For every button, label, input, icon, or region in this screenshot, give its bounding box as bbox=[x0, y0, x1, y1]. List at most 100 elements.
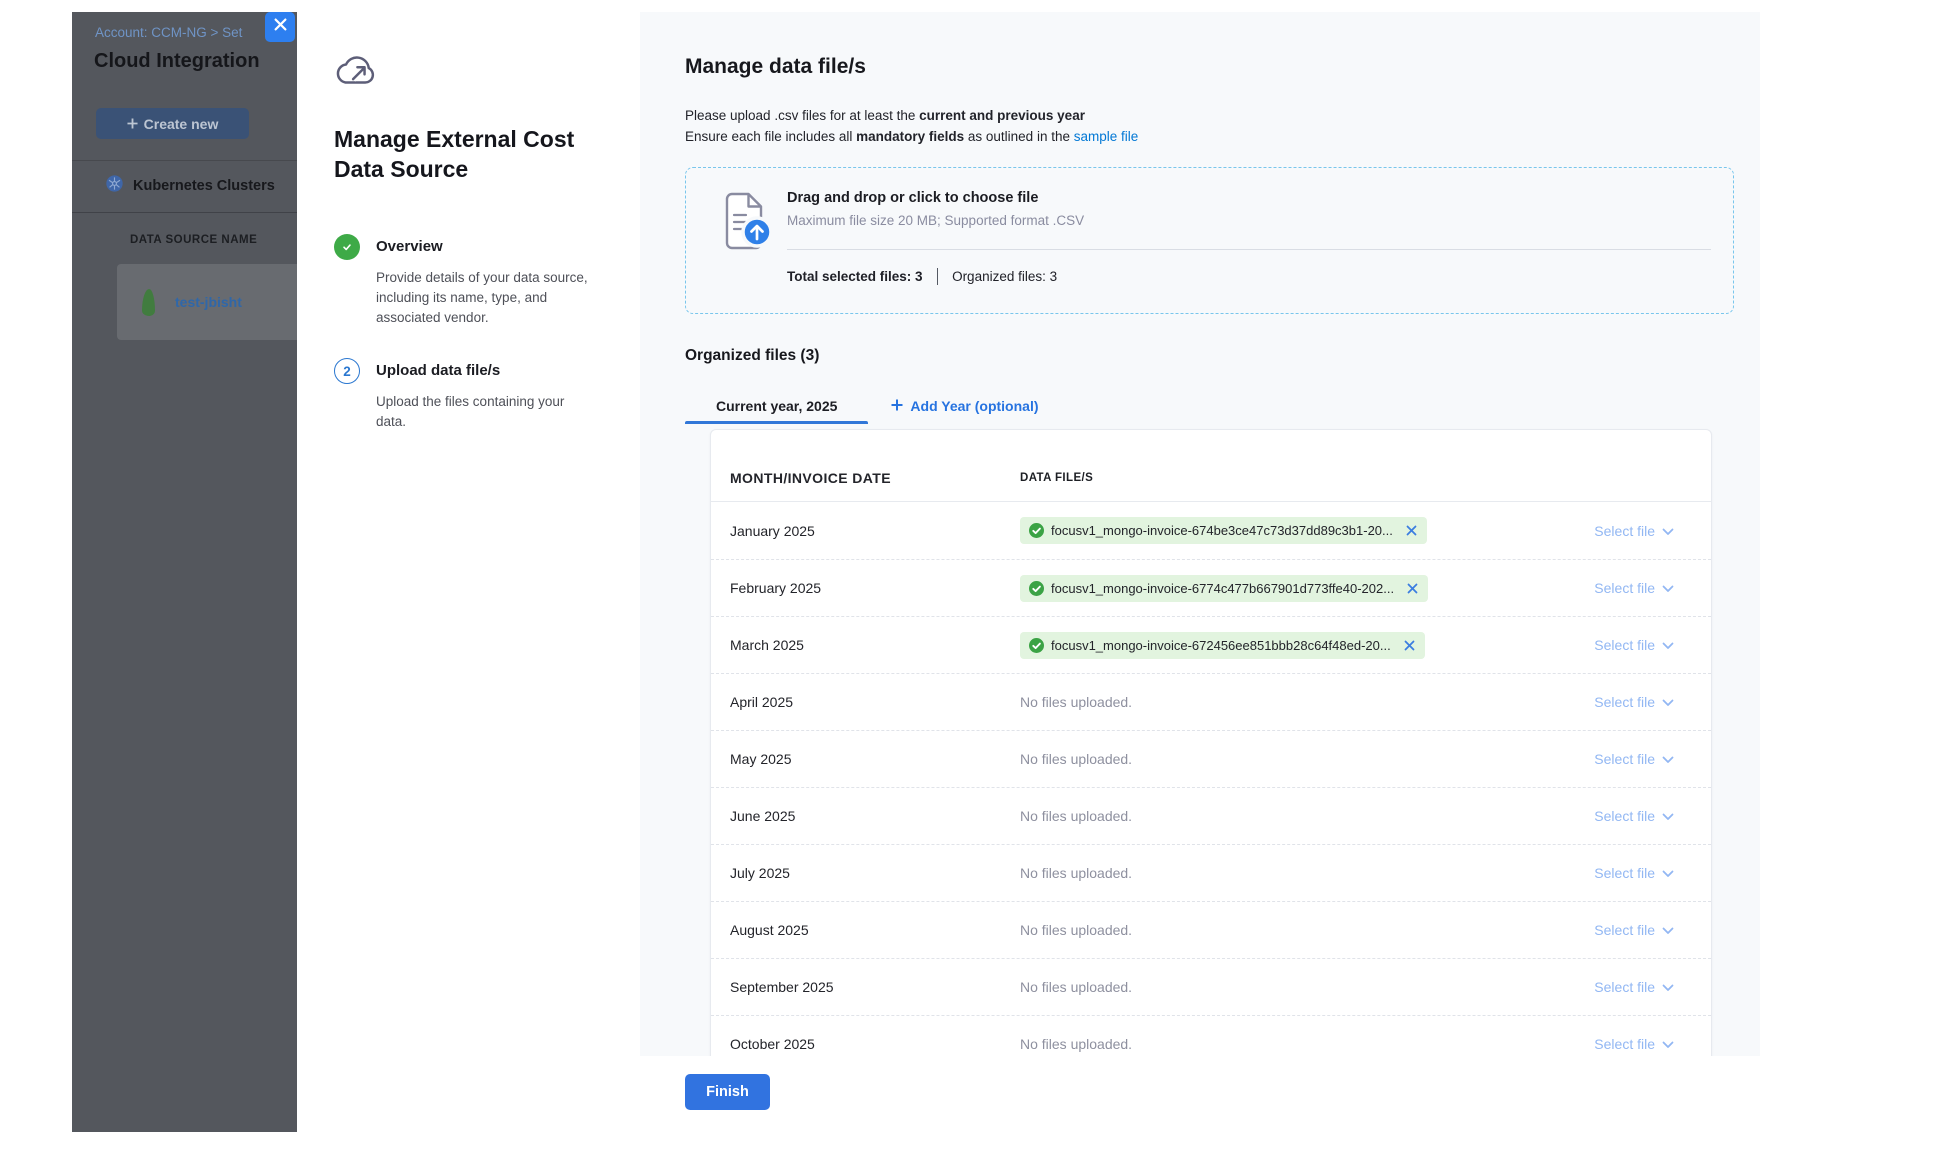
select-file-label: Select file bbox=[1594, 523, 1655, 539]
file-totals: Total selected files: 3 Organized files:… bbox=[787, 268, 1711, 285]
create-new-button[interactable]: Create new bbox=[96, 108, 249, 139]
chevron-down-icon bbox=[1662, 694, 1674, 710]
table-row: May 2025 No files uploaded. Select file bbox=[711, 730, 1711, 787]
step-label: Overview bbox=[376, 234, 443, 260]
chevron-down-icon bbox=[1662, 580, 1674, 596]
chip-remove-icon[interactable] bbox=[1406, 525, 1417, 536]
empty-text: No files uploaded. bbox=[1020, 751, 1132, 767]
finish-button[interactable]: Finish bbox=[685, 1074, 770, 1110]
instructions: Please upload .csv files for at least th… bbox=[685, 105, 1734, 147]
select-file-dropdown[interactable]: Select file bbox=[1594, 979, 1674, 995]
panel-title: Manage data file/s bbox=[685, 12, 1734, 79]
file-chip-label: focusv1_mongo-invoice-672456ee851bbb28c6… bbox=[1051, 638, 1391, 653]
select-file-dropdown[interactable]: Select file bbox=[1594, 637, 1674, 653]
column-header-data-source-name: DATA SOURCE NAME bbox=[130, 234, 257, 246]
tab-label: Kubernetes Clusters bbox=[133, 178, 275, 194]
table-row: July 2025 No files uploaded. Select file bbox=[711, 844, 1711, 901]
table-body: January 2025 focusv1_mongo-invoice-674be… bbox=[711, 502, 1711, 1056]
data-file-cell: No files uploaded. bbox=[1020, 922, 1594, 938]
file-dropzone[interactable]: Drag and drop or click to choose file Ma… bbox=[685, 167, 1734, 314]
table-header-row: MONTH/INVOICE DATE DATA FILE/S bbox=[711, 430, 1711, 502]
data-file-cell: focusv1_mongo-invoice-672456ee851bbb28c6… bbox=[1020, 632, 1594, 659]
select-file-dropdown[interactable]: Select file bbox=[1594, 922, 1674, 938]
select-file-dropdown[interactable]: Select file bbox=[1594, 865, 1674, 881]
data-file-cell: No files uploaded. bbox=[1020, 979, 1594, 995]
select-file-dropdown[interactable]: Select file bbox=[1594, 1036, 1674, 1052]
data-source-row[interactable]: test-jbisht bbox=[117, 264, 297, 340]
total-selected-files: Total selected files: 3 bbox=[787, 269, 923, 284]
close-button[interactable] bbox=[265, 12, 295, 42]
wizard-panel: Manage External Cost Data Source Overvie… bbox=[297, 12, 640, 1132]
app-window: Account: CCM-NG > Set Cloud Integration … bbox=[72, 12, 1760, 1132]
chevron-down-icon bbox=[1662, 922, 1674, 938]
cloud-export-icon bbox=[334, 54, 603, 94]
divider bbox=[72, 212, 297, 213]
data-file-cell: No files uploaded. bbox=[1020, 694, 1594, 710]
add-year-button[interactable]: Add Year (optional) bbox=[891, 387, 1038, 424]
dimmed-background-page: Account: CCM-NG > Set Cloud Integration … bbox=[72, 12, 297, 1132]
chevron-down-icon bbox=[1662, 751, 1674, 767]
select-file-dropdown[interactable]: Select file bbox=[1594, 580, 1674, 596]
month-label: January 2025 bbox=[730, 523, 1020, 539]
file-chip-label: focusv1_mongo-invoice-6774c477b667901d77… bbox=[1051, 581, 1394, 596]
chip-check-icon bbox=[1029, 638, 1044, 653]
chevron-down-icon bbox=[1662, 1036, 1674, 1052]
dropzone-title: Drag and drop or click to choose file bbox=[787, 190, 1711, 206]
file-chip: focusv1_mongo-invoice-674be3ce47c73d37dd… bbox=[1020, 517, 1427, 544]
file-chip: focusv1_mongo-invoice-672456ee851bbb28c6… bbox=[1020, 632, 1425, 659]
step-overview-header[interactable]: Overview bbox=[334, 234, 603, 260]
chip-check-icon bbox=[1029, 523, 1044, 538]
select-file-dropdown[interactable]: Select file bbox=[1594, 808, 1674, 824]
tab-current-year[interactable]: Current year, 2025 bbox=[685, 387, 868, 424]
create-new-label: Create new bbox=[144, 116, 219, 132]
table-row: August 2025 No files uploaded. Select fi… bbox=[711, 901, 1711, 958]
drawer-title: Manage External Cost Data Source bbox=[334, 124, 603, 184]
select-file-dropdown[interactable]: Select file bbox=[1594, 523, 1674, 539]
select-file-label: Select file bbox=[1594, 580, 1655, 596]
chip-check-icon bbox=[1029, 581, 1044, 596]
add-year-label: Add Year (optional) bbox=[910, 398, 1038, 414]
mongodb-leaf-icon bbox=[142, 289, 155, 316]
chip-remove-icon[interactable] bbox=[1407, 583, 1418, 594]
sample-file-link[interactable]: sample file bbox=[1074, 129, 1139, 144]
file-chip: focusv1_mongo-invoice-6774c477b667901d77… bbox=[1020, 575, 1428, 602]
divider bbox=[72, 160, 297, 161]
table-row: October 2025 No files uploaded. Select f… bbox=[711, 1015, 1711, 1056]
empty-text: No files uploaded. bbox=[1020, 922, 1132, 938]
breadcrumb[interactable]: Account: CCM-NG > Set bbox=[95, 25, 242, 40]
month-label: October 2025 bbox=[730, 1036, 1020, 1052]
month-label: July 2025 bbox=[730, 865, 1020, 881]
chip-remove-icon[interactable] bbox=[1404, 640, 1415, 651]
select-file-dropdown[interactable]: Select file bbox=[1594, 694, 1674, 710]
empty-text: No files uploaded. bbox=[1020, 1036, 1132, 1052]
month-label: March 2025 bbox=[730, 637, 1020, 653]
month-label: September 2025 bbox=[730, 979, 1020, 995]
tab-kubernetes-clusters[interactable]: Kubernetes Clusters bbox=[105, 174, 275, 197]
drawer-footer: Finish bbox=[640, 1056, 1760, 1132]
select-file-label: Select file bbox=[1594, 1036, 1655, 1052]
empty-text: No files uploaded. bbox=[1020, 865, 1132, 881]
column-header-data-files: DATA FILE/S bbox=[1020, 472, 1674, 484]
dropzone-body: Drag and drop or click to choose file Ma… bbox=[787, 190, 1711, 313]
plus-icon bbox=[891, 398, 903, 414]
table-row: February 2025 focusv1_mongo-invoice-6774… bbox=[711, 559, 1711, 616]
select-file-dropdown[interactable]: Select file bbox=[1594, 751, 1674, 767]
data-file-cell: No files uploaded. bbox=[1020, 808, 1594, 824]
step-upload-header[interactable]: 2 Upload data file/s bbox=[334, 358, 603, 384]
data-source-link[interactable]: test-jbisht bbox=[175, 294, 242, 310]
select-file-label: Select file bbox=[1594, 637, 1655, 653]
check-icon bbox=[334, 234, 360, 260]
table-row: June 2025 No files uploaded. Select file bbox=[711, 787, 1711, 844]
organized-files-count: Organized files: 3 bbox=[952, 269, 1057, 284]
step-overview: Overview Provide details of your data so… bbox=[334, 234, 603, 328]
table-row: January 2025 focusv1_mongo-invoice-674be… bbox=[711, 502, 1711, 559]
plus-icon bbox=[127, 116, 138, 132]
select-file-label: Select file bbox=[1594, 922, 1655, 938]
column-header-month: MONTH/INVOICE DATE bbox=[730, 470, 1020, 486]
tab-label: Current year, 2025 bbox=[716, 398, 837, 414]
data-file-cell: focusv1_mongo-invoice-674be3ce47c73d37dd… bbox=[1020, 517, 1594, 544]
organized-files-heading: Organized files (3) bbox=[685, 347, 1734, 365]
data-file-cell: No files uploaded. bbox=[1020, 865, 1594, 881]
page-title: Cloud Integration bbox=[94, 50, 260, 73]
manage-data-files-panel: Manage data file/s Please upload .csv fi… bbox=[640, 12, 1760, 1056]
